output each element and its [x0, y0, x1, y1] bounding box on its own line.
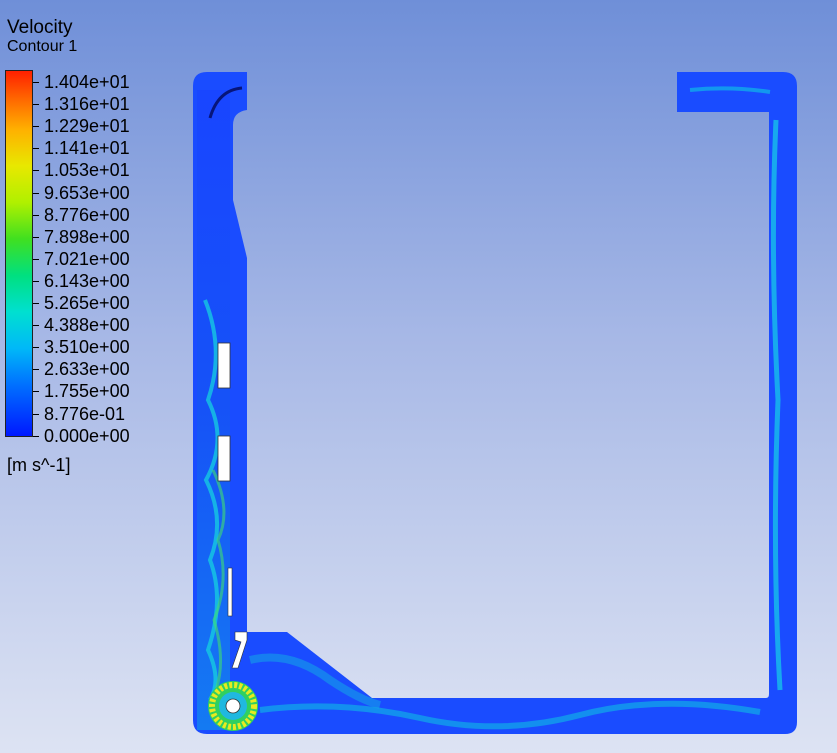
fan-hub [225, 698, 241, 714]
obstacle-upper [217, 342, 231, 389]
thin-plate [227, 567, 233, 617]
flow-domain [193, 72, 797, 734]
obstacle-lower [217, 435, 231, 482]
duct-region [193, 72, 797, 734]
